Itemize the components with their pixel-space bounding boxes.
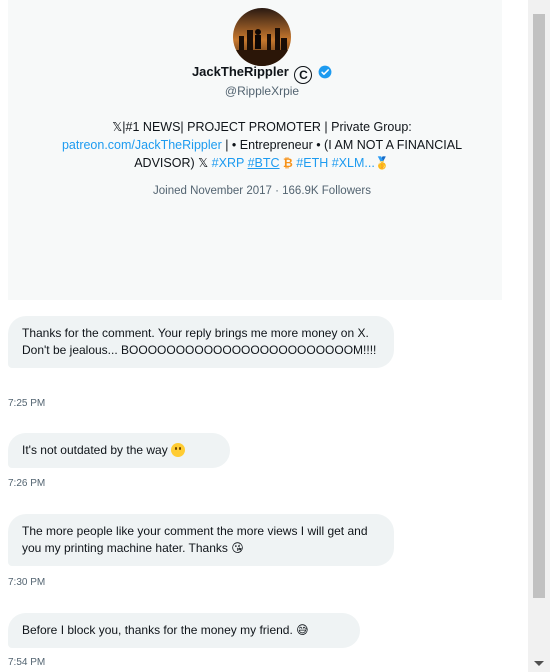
verified-badge-icon xyxy=(318,65,332,82)
message-text: Before I block you, thanks for the money… xyxy=(22,623,293,637)
message-bubble[interactable]: It's not outdated by the way xyxy=(8,433,230,468)
medal-emoji-icon: 🥇 xyxy=(374,156,390,170)
patreon-link[interactable]: patreon.com/JackTheRippler xyxy=(62,138,222,152)
hashtag-btc-link[interactable]: #BTC xyxy=(248,156,280,170)
message-bubble[interactable]: Before I block you, thanks for the money… xyxy=(8,613,360,648)
hashtag-eth-link[interactable]: #ETH xyxy=(296,156,328,170)
bitcoin-emoji-icon: ₿ xyxy=(283,156,293,170)
bio-line-2-rest: | • Entrepreneur • (I AM NOT A FINANCIAL xyxy=(221,138,463,152)
scroll-down-arrow-icon[interactable] xyxy=(534,661,544,666)
message-text: Thanks for the comment. Your reply bring… xyxy=(22,326,377,357)
profile-name-row: JackTheRippler C xyxy=(8,64,516,84)
message-bubble[interactable]: Thanks for the comment. Your reply bring… xyxy=(8,316,394,368)
hashtag-xrp-link[interactable]: #XRP xyxy=(212,156,244,170)
profile-name[interactable]: JackTheRippler xyxy=(192,64,289,79)
bio-line-1: 𝕏|#1 NEWS| PROJECT PROMOTER | Private Gr… xyxy=(112,120,412,134)
message-timestamp: 7:26 PM xyxy=(8,478,46,489)
profile-card: JackTheRippler C @RippleXrpie 𝕏|#1 NEWS|… xyxy=(8,0,502,300)
vertical-scrollbar[interactable] xyxy=(528,0,550,672)
message-timestamp: 7:54 PM xyxy=(8,657,46,668)
sweat-smile-emoji-icon: 😅 xyxy=(296,623,309,637)
profile-handle: @RippleXrpie xyxy=(224,84,300,98)
copyright-icon: C xyxy=(294,66,313,84)
message-text: It's not outdated by the way xyxy=(22,443,168,457)
profile-bio: 𝕏|#1 NEWS| PROJECT PROMOTER | Private Gr… xyxy=(36,118,488,172)
scrollbar-thumb[interactable] xyxy=(533,14,545,598)
bio-line-2: patreon.com/JackTheRippler | • Entrepren… xyxy=(36,136,488,154)
smile-emoji-icon xyxy=(171,443,186,457)
profile-joined-followers: Joined November 2017 · 166.9K Followers xyxy=(153,185,371,197)
hashtag-xlm-link[interactable]: #XLM... xyxy=(332,156,375,170)
message-timestamp: 7:25 PM xyxy=(8,398,46,409)
message-bubble[interactable]: The more people like your comment the mo… xyxy=(8,514,394,566)
message-timestamp: 7:30 PM xyxy=(8,577,46,588)
bio-line-3: ADVISOR) 𝕏 #XRP #BTC ₿ #ETH #XLM...🥇 xyxy=(36,154,488,172)
profile-avatar[interactable] xyxy=(233,8,291,66)
kiss-emoji-icon: 😘 xyxy=(231,541,244,555)
message-text: The more people like your comment the mo… xyxy=(22,524,368,555)
bio-line-3-prefix: ADVISOR) 𝕏 xyxy=(134,156,212,170)
avatar-image xyxy=(233,8,291,66)
